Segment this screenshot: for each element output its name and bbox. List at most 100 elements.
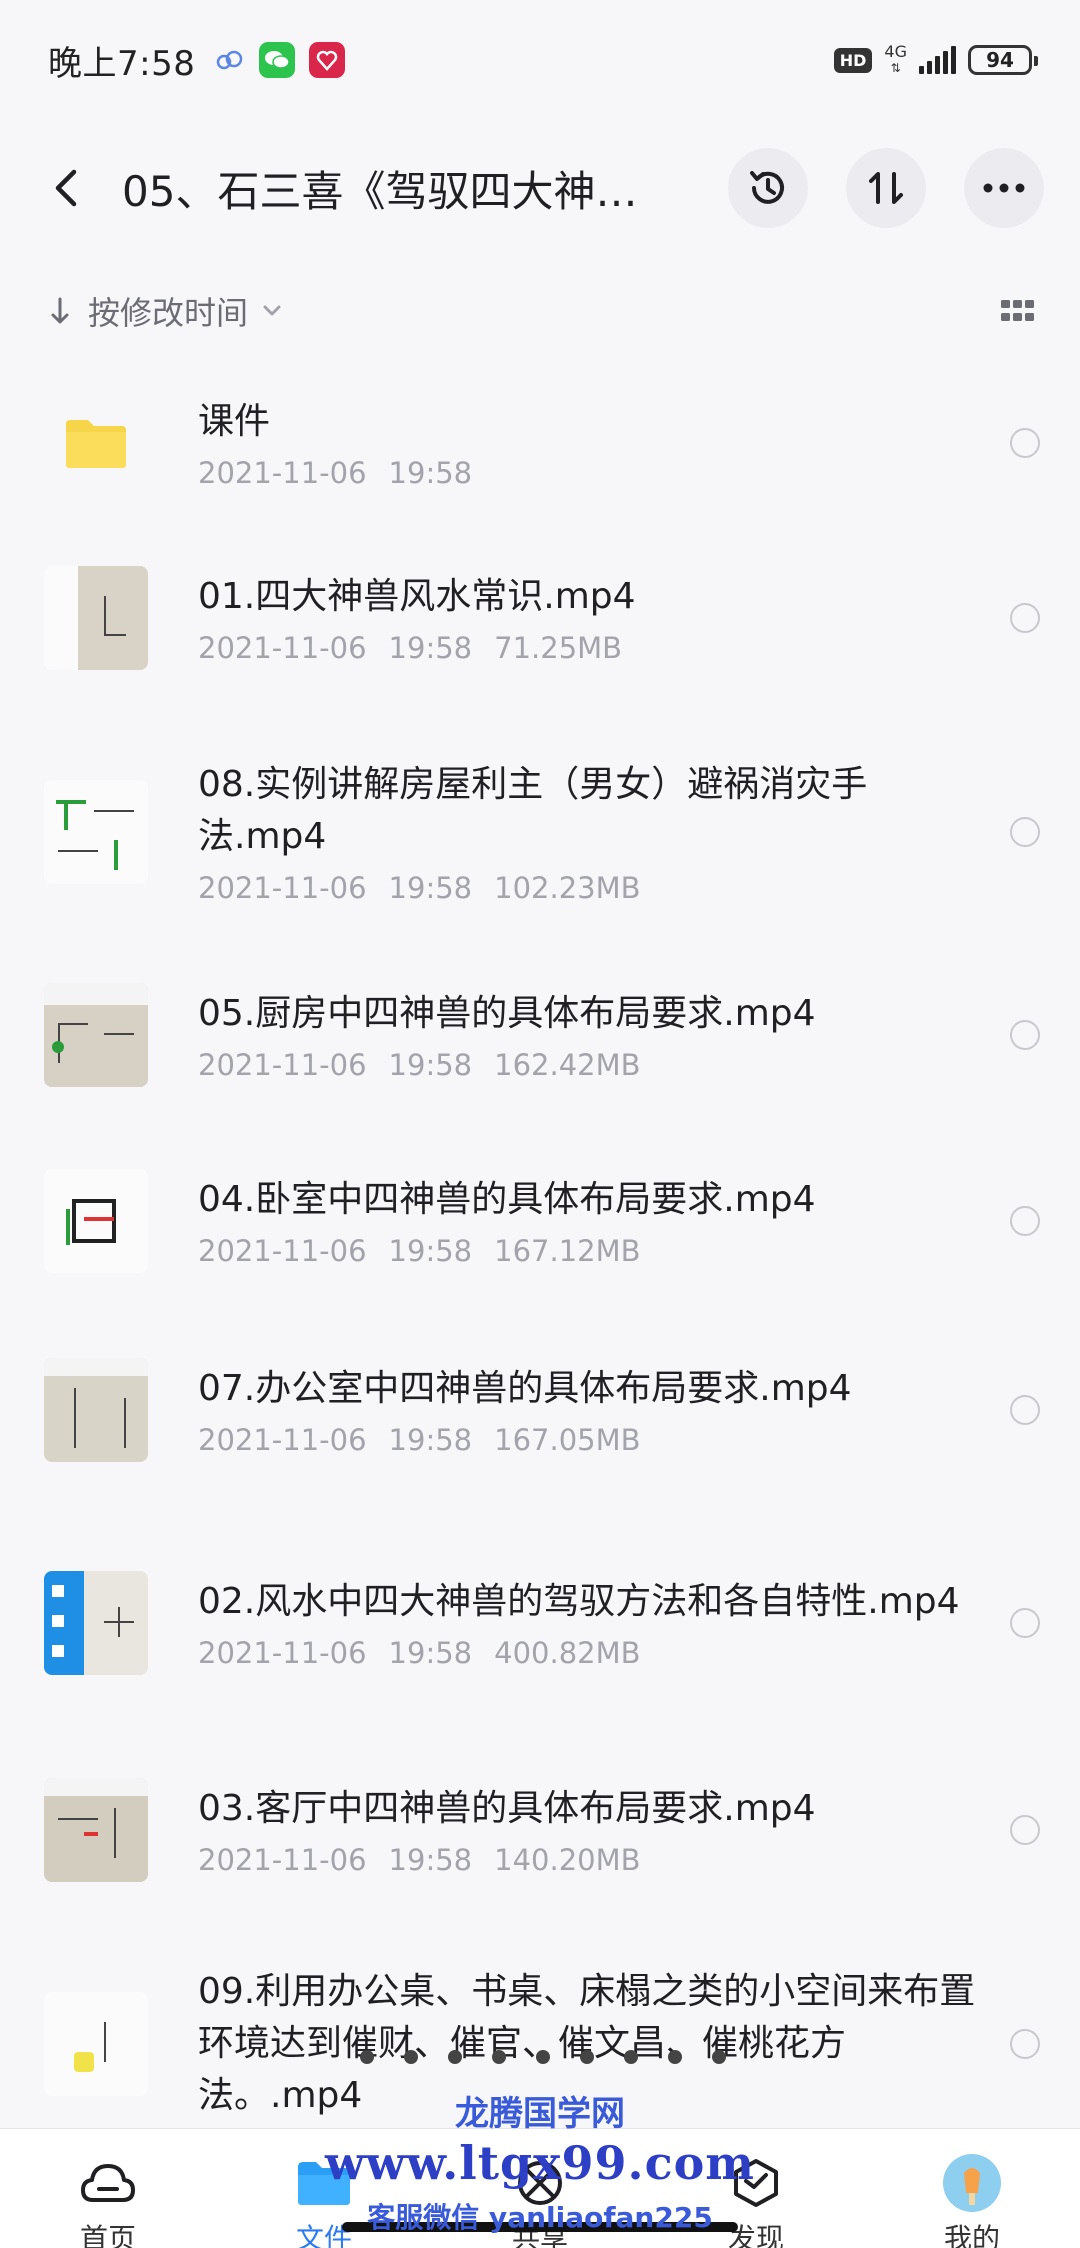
file-meta: 2021-11-06 19:58: [198, 456, 986, 490]
nav-share[interactable]: 共享: [465, 2153, 615, 2248]
file-row-video[interactable]: 05.厨房中四神兽的具体布局要求.mp4 2021-11-06 19:58 162.…: [0, 948, 1080, 1122]
history-button[interactable]: [728, 148, 808, 228]
title-bar: 05、石三喜《驾驭四大神…: [0, 128, 1080, 248]
file-row-video[interactable]: 01.四大神兽风水常识.mp4 2021-11-06 19:58 71.25MB: [0, 520, 1080, 716]
file-name: 02.风水中四大神兽的驾驭方法和各自特性.mp4: [198, 1581, 960, 1622]
file-info: 02.风水中四大神兽的驾驭方法和各自特性.mp4 2021-11-06 19:58…: [198, 1576, 986, 1670]
history-icon: [750, 171, 784, 204]
select-radio[interactable]: [1010, 817, 1040, 847]
nav-files[interactable]: 文件: [249, 2153, 399, 2248]
file-date: 2021-11-06: [198, 1048, 367, 1082]
select-radio[interactable]: [1010, 428, 1040, 458]
nav-mine-label: 我的: [943, 2222, 1000, 2248]
chevron-down-icon[interactable]: [262, 304, 282, 318]
signal-icon: [919, 46, 956, 74]
file-meta: 2021-11-06 19:58 71.25MB: [198, 631, 986, 665]
file-meta: 2021-11-06 19:58 162.42MB: [198, 1048, 986, 1082]
file-info: 08.实例讲解房屋利主（男女）避祸消灾手法.mp4 2021-11-06 19:5…: [198, 759, 986, 905]
video-thumbnail: [44, 566, 148, 670]
file-row-video[interactable]: 04.卧室中四神兽的具体布局要求.mp4 2021-11-06 19:58 167.…: [0, 1122, 1080, 1320]
video-thumbnail: [44, 780, 148, 884]
file-row-video[interactable]: 02.风水中四大神兽的驾驭方法和各自特性.mp4 2021-11-06 19:58…: [0, 1500, 1080, 1746]
share-icon: [510, 2153, 570, 2213]
select-radio[interactable]: [1010, 1206, 1040, 1236]
select-radio[interactable]: [1010, 2029, 1040, 2059]
file-meta: 2021-11-06 19:58 400.82MB: [198, 1636, 986, 1670]
file-name: 07.办公室中四神兽的具体布局要求.mp4: [198, 1368, 852, 1409]
app-notification-icon: [309, 42, 346, 78]
file-list: 课件 2021-11-06 19:58 01.四大神兽风水常识.mp4 2021-…: [0, 366, 1080, 2174]
video-thumbnail: [44, 1571, 148, 1675]
file-time: 19:58: [388, 1234, 473, 1268]
file-info: 03.客厅中四神兽的具体布局要求.mp4 2021-11-06 19:58 140.…: [198, 1783, 986, 1877]
file-date: 2021-11-06: [198, 1234, 367, 1268]
file-date: 2021-11-06: [198, 456, 367, 490]
file-size: 102.23MB: [494, 871, 641, 905]
file-info: 01.四大神兽风水常识.mp4 2021-11-06 19:58 71.25MB: [198, 571, 986, 665]
file-info: 课件 2021-11-06 19:58: [198, 396, 986, 490]
status-bar: 晚上7:58 HD 4G ⇅ 94: [0, 0, 1080, 120]
nav-home[interactable]: 首页: [33, 2153, 183, 2248]
file-meta: 2021-11-06 19:58 167.12MB: [198, 1234, 986, 1268]
file-name: 03.客厅中四神兽的具体布局要求.mp4: [198, 1788, 816, 1829]
file-date: 2021-11-06: [198, 631, 367, 665]
file-time: 19:58: [388, 871, 473, 905]
video-thumbnail: [44, 1169, 148, 1273]
file-info: 07.办公室中四神兽的具体布局要求.mp4 2021-11-06 19:58 167…: [198, 1363, 986, 1457]
select-radio[interactable]: [1010, 1395, 1040, 1425]
select-radio[interactable]: [1010, 1020, 1040, 1050]
wechat-icon: [259, 42, 296, 78]
more-button[interactable]: [964, 148, 1044, 228]
file-date: 2021-11-06: [198, 1636, 367, 1670]
nav-discover[interactable]: 发现: [681, 2153, 831, 2248]
file-time: 19:58: [388, 1423, 473, 1457]
battery-level: 94: [986, 48, 1014, 72]
video-thumbnail: [44, 1778, 148, 1882]
file-name: 01.四大神兽风水常识.mp4: [198, 576, 636, 617]
file-date: 2021-11-06: [198, 1843, 367, 1877]
back-arrow-icon: [55, 169, 77, 207]
file-info: 04.卧室中四神兽的具体布局要求.mp4 2021-11-06 19:58 167.…: [198, 1174, 986, 1268]
file-time: 19:58: [388, 631, 473, 665]
sort-label[interactable]: 按修改时间: [88, 288, 248, 334]
file-row-video[interactable]: 07.办公室中四神兽的具体布局要求.mp4 2021-11-06 19:58 167…: [0, 1320, 1080, 1500]
cloud-sync-icon: [215, 49, 245, 71]
file-time: 19:58: [388, 1636, 473, 1670]
transfer-button[interactable]: [846, 148, 926, 228]
video-thumbnail: [44, 1358, 148, 1462]
discover-icon: [726, 2153, 786, 2213]
file-name: 04.卧室中四神兽的具体布局要求.mp4: [198, 1179, 816, 1220]
file-meta: 2021-11-06 19:58 140.20MB: [198, 1843, 986, 1877]
file-name: 05.厨房中四神兽的具体布局要求.mp4: [198, 993, 816, 1034]
file-row-video[interactable]: 03.客厅中四神兽的具体布局要求.mp4 2021-11-06 19:58 140.…: [0, 1746, 1080, 1914]
file-name: 09.利用办公桌、书桌、床榻之类的小空间来布置环境达到催财、催官、催文昌、催桃花…: [198, 1971, 976, 2116]
file-size: 162.42MB: [494, 1048, 641, 1082]
hd-badge: HD: [833, 47, 873, 73]
network-indicator: 4G ⇅: [884, 42, 907, 76]
select-radio[interactable]: [1010, 1608, 1040, 1638]
folder-icon: [44, 391, 148, 495]
file-row-folder[interactable]: 课件 2021-11-06 19:58: [0, 366, 1080, 520]
select-radio[interactable]: [1010, 1815, 1040, 1845]
file-row-video[interactable]: 08.实例讲解房屋利主（男女）避祸消灾手法.mp4 2021-11-06 19:5…: [0, 716, 1080, 948]
file-meta: 2021-11-06 19:58 167.05MB: [198, 1423, 986, 1457]
file-meta: 2021-11-06 19:58 102.23MB: [198, 871, 986, 905]
file-size: 400.82MB: [494, 1636, 641, 1670]
select-radio[interactable]: [1010, 603, 1040, 633]
file-info: 05.厨房中四神兽的具体布局要求.mp4 2021-11-06 19:58 162.…: [198, 988, 986, 1082]
nav-mine[interactable]: 我的: [897, 2153, 1047, 2248]
folder-nav-icon: [294, 2153, 354, 2213]
file-time: 19:58: [388, 1048, 473, 1082]
nav-home-label: 首页: [79, 2222, 136, 2248]
grid-view-icon[interactable]: [1000, 298, 1036, 324]
video-thumbnail: [44, 1992, 148, 2096]
transfer-icon: [869, 172, 903, 204]
file-date: 2021-11-06: [198, 1423, 367, 1457]
sort-arrow-down-icon[interactable]: [50, 296, 70, 326]
home-indicator: [342, 2222, 738, 2232]
file-date: 2021-11-06: [198, 871, 367, 905]
file-name: 课件: [198, 401, 271, 442]
back-button[interactable]: [44, 158, 88, 218]
cloud-icon: [78, 2153, 138, 2213]
file-info: 09.利用办公桌、书桌、床榻之类的小空间来布置环境达到催财、催官、催文昌、催桃花…: [198, 1966, 986, 2122]
